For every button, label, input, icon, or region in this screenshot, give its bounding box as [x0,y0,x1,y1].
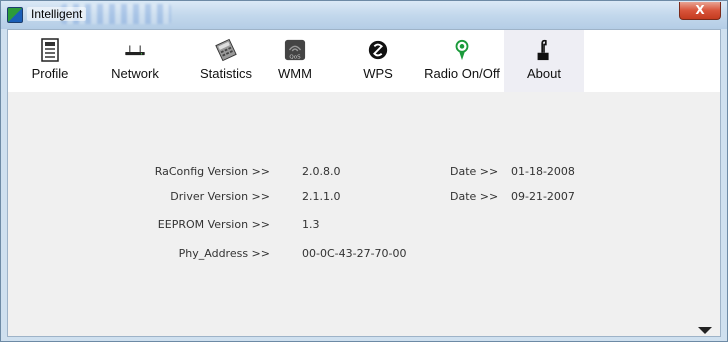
tab-wps[interactable]: WPS [358,30,398,92]
tab-label: WMM [278,66,312,81]
profile-icon [39,38,61,62]
tab-label: Network [111,66,159,81]
driver-date-label: Date >> [450,190,499,203]
tab-label: WPS [363,66,393,81]
tab-label: Radio On/Off [424,66,500,81]
title-bar[interactable]: Intelligent X [1,1,727,29]
raconfig-version-label: RaConfig Version >> [154,165,270,178]
radio-icon [451,38,473,62]
tab-profile[interactable]: Profile [20,30,80,92]
wps-icon [367,38,389,62]
tab-wmm[interactable]: QoS WMM [272,30,318,92]
phy-address-label: Phy_Address >> [178,247,270,260]
client-area: Profile Network Statistics QoS WMM WPS R… [7,29,721,337]
tab-network[interactable]: Network [100,30,170,92]
about-icon [533,38,555,62]
app-icon [7,7,23,23]
network-icon [124,38,146,62]
tab-about[interactable]: About [504,30,584,92]
toolbar: Profile Network Statistics QoS WMM WPS R… [8,30,720,92]
phy-address-value: 00-0C-43-27-70-00 [302,247,407,260]
chevron-down-icon[interactable] [698,327,712,334]
tab-radio-on-off[interactable]: Radio On/Off [420,30,504,92]
driver-version-label: Driver Version >> [170,190,270,203]
raconfig-date-label: Date >> [450,165,499,178]
wmm-icon-text: QoS [289,54,301,60]
tab-label: Profile [31,66,69,81]
eeprom-version-value: 1.3 [302,218,320,231]
wmm-icon: QoS [284,38,306,62]
driver-date-value: 09-21-2007 [511,190,575,203]
about-panel: RaConfig Version >> 2.0.8.0 Date >> 01-1… [8,92,720,336]
statistics-icon [215,38,237,62]
eeprom-version-label: EEPROM Version >> [157,218,270,231]
window-title: Intelligent [27,7,87,21]
tab-label: Statistics [199,66,252,81]
raconfig-version-value: 2.0.8.0 [302,165,341,178]
app-window: Intelligent X Profile Network Statistics… [0,0,728,342]
close-button[interactable]: X [679,2,721,20]
tab-statistics[interactable]: Statistics [188,30,264,92]
tab-label: About [527,66,561,81]
driver-version-value: 2.1.1.0 [302,190,341,203]
raconfig-date-value: 01-18-2008 [511,165,575,178]
